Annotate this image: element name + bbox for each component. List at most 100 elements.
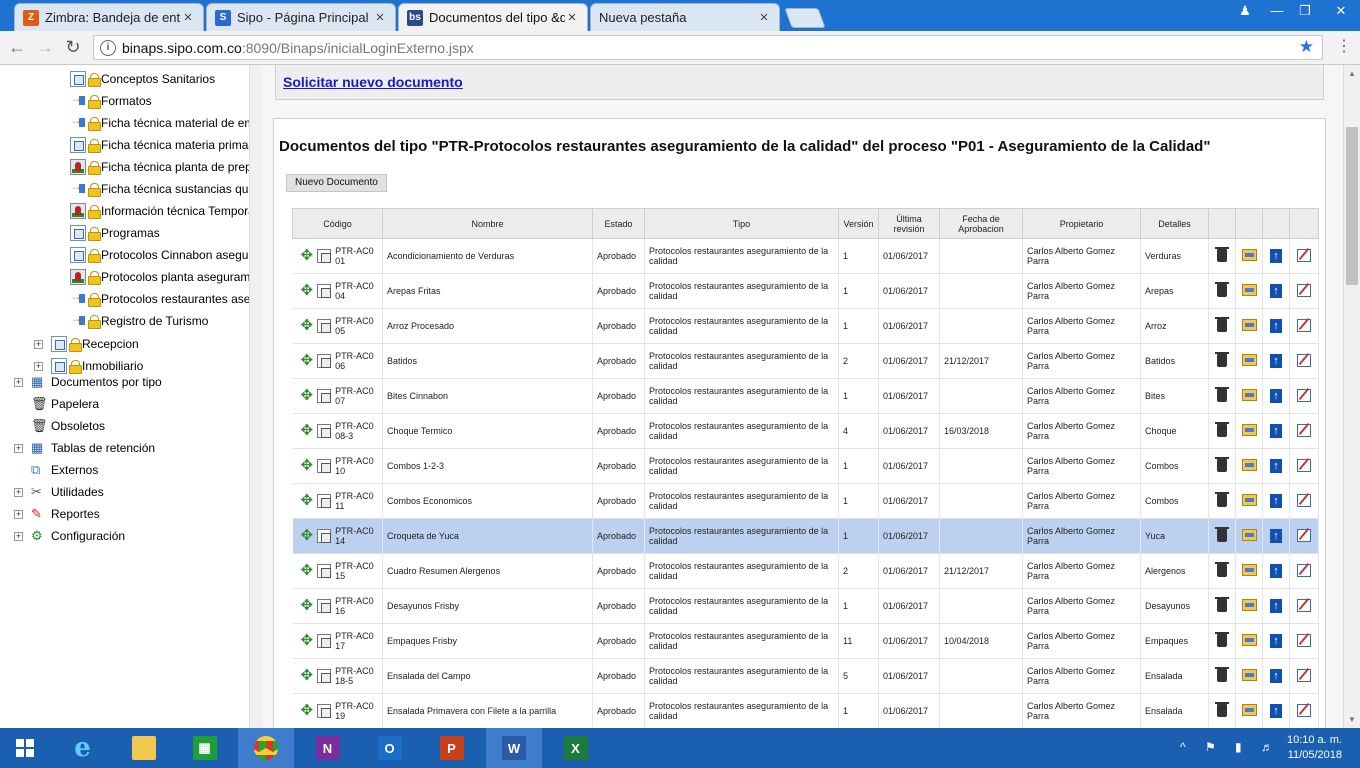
folder-icon[interactable] xyxy=(1241,669,1257,681)
tree-root-item[interactable]: + ✂ Utilidades xyxy=(14,481,104,503)
upload-icon[interactable]: ↑ xyxy=(1270,564,1282,578)
edit-icon[interactable] xyxy=(1297,703,1311,717)
edit-icon[interactable] xyxy=(1297,283,1311,297)
copy-icon[interactable] xyxy=(317,564,332,578)
folder-icon[interactable] xyxy=(1241,424,1257,436)
column-header[interactable]: Código xyxy=(292,208,383,239)
tree-root-item[interactable]: + ▦ Tablas de retención xyxy=(14,437,155,459)
scrollbar-thumb[interactable] xyxy=(1346,127,1358,285)
tree-item[interactable]: Información técnica Temporal xyxy=(70,200,249,222)
taskbar-excel[interactable]: X xyxy=(548,728,603,768)
folder-icon[interactable] xyxy=(1241,354,1257,366)
main-scrollbar[interactable]: ▲ ▼ xyxy=(1343,65,1360,728)
move-icon[interactable]: ✥ xyxy=(301,633,314,648)
edit-icon[interactable] xyxy=(1297,528,1311,542)
column-header[interactable]: Fecha de Aprobacion xyxy=(939,208,1023,239)
table-row[interactable]: ✥ PTR-AC008-3 Choque Termico Aprobado Protoc… xyxy=(292,413,1319,449)
tree-item[interactable]: Protocolos Cinnabon asegura xyxy=(70,244,249,266)
upload-icon[interactable]: ↑ xyxy=(1270,704,1282,718)
table-row[interactable]: ✥ PTR-AC007 Bites Cinnabon Aprobado Protocol… xyxy=(292,378,1319,414)
edit-icon[interactable] xyxy=(1297,493,1311,507)
forward-icon[interactable]: → xyxy=(34,36,56,58)
tree-group[interactable]: + Recepcion xyxy=(34,333,139,355)
column-header[interactable] xyxy=(1235,208,1263,239)
table-row[interactable]: ✥ PTR-AC005 Arroz Procesado Aprobado Protoco… xyxy=(292,308,1319,344)
move-icon[interactable]: ✥ xyxy=(301,353,314,368)
delete-icon[interactable] xyxy=(1215,246,1229,262)
move-icon[interactable]: ✥ xyxy=(301,423,314,438)
column-header[interactable]: Tipo xyxy=(644,208,839,239)
edit-icon[interactable] xyxy=(1297,248,1311,262)
expand-icon[interactable]: + xyxy=(14,443,23,453)
upload-icon[interactable]: ↑ xyxy=(1270,634,1282,648)
copy-icon[interactable] xyxy=(317,354,332,368)
column-header[interactable]: Estado xyxy=(592,208,645,239)
copy-icon[interactable] xyxy=(317,634,332,648)
taskbar-onenote[interactable]: N xyxy=(300,728,355,768)
move-icon[interactable]: ✥ xyxy=(301,283,314,298)
expand-icon[interactable]: + xyxy=(14,531,23,541)
copy-icon[interactable] xyxy=(317,494,332,508)
upload-icon[interactable]: ↑ xyxy=(1270,529,1282,543)
tree-item[interactable]: Registro de Turismo xyxy=(70,310,208,332)
reload-icon[interactable]: ↻ xyxy=(62,36,84,58)
delete-icon[interactable] xyxy=(1215,316,1229,332)
folder-icon[interactable] xyxy=(1241,389,1257,401)
delete-icon[interactable] xyxy=(1215,386,1229,402)
new-document-button[interactable]: Nuevo Documento xyxy=(286,174,387,192)
url-input[interactable]: i binaps.sipo.com.co:8090/Binaps/inicial… xyxy=(93,35,1323,60)
tree-item[interactable]: Protocolos restaurantes aseg xyxy=(70,288,249,310)
folder-icon[interactable] xyxy=(1241,704,1257,716)
copy-icon[interactable] xyxy=(317,249,332,263)
delete-icon[interactable] xyxy=(1215,491,1229,507)
upload-icon[interactable]: ↑ xyxy=(1270,354,1282,368)
tab-documentos[interactable]: bs Documentos del tipo &q × xyxy=(398,3,588,31)
move-icon[interactable]: ✥ xyxy=(301,388,314,403)
copy-icon[interactable] xyxy=(317,389,332,403)
info-icon[interactable]: i xyxy=(100,39,116,56)
move-icon[interactable]: ✥ xyxy=(301,563,314,578)
delete-icon[interactable] xyxy=(1215,526,1229,542)
request-new-document-link[interactable]: Solicitar nuevo documento xyxy=(283,74,463,90)
delete-icon[interactable] xyxy=(1215,631,1229,647)
copy-icon[interactable] xyxy=(317,669,332,683)
edit-icon[interactable] xyxy=(1297,423,1311,437)
close-tab-icon[interactable]: × xyxy=(373,9,387,26)
column-header[interactable] xyxy=(1289,208,1319,239)
tab-zimbra[interactable]: Z Zimbra: Bandeja de entra × xyxy=(14,3,204,31)
copy-icon[interactable] xyxy=(317,424,332,438)
column-header[interactable]: Última revisión xyxy=(878,208,940,239)
copy-icon[interactable] xyxy=(317,599,332,613)
tree-item[interactable]: Ficha técnica material de emp xyxy=(70,112,249,134)
table-row[interactable]: ✥ PTR-AC014 Croqueta de Yuca Aprobado Protoc… xyxy=(292,518,1319,554)
minimize-icon[interactable]: — xyxy=(1262,0,1292,22)
system-tray[interactable]: ^ ⚑ ▮ ♬ xyxy=(1180,740,1281,754)
move-icon[interactable]: ✥ xyxy=(301,248,314,263)
folder-icon[interactable] xyxy=(1241,319,1257,331)
scroll-up-icon[interactable]: ▲ xyxy=(1348,69,1356,78)
taskbar-chrome[interactable] xyxy=(238,728,294,768)
copy-icon[interactable] xyxy=(317,529,332,543)
table-row[interactable]: ✥ PTR-AC017 Empaques Frisby Aprobado Protoco… xyxy=(292,623,1319,659)
taskbar-powerpoint[interactable]: P xyxy=(424,728,479,768)
delete-icon[interactable] xyxy=(1215,351,1229,367)
move-icon[interactable]: ✥ xyxy=(301,703,314,718)
tree-item[interactable]: Programas xyxy=(70,222,160,244)
tree-root-item[interactable]: + ▦ Documentos por tipo xyxy=(14,371,162,393)
back-icon[interactable]: ← xyxy=(6,36,28,58)
profile-icon[interactable]: ♟ xyxy=(1230,0,1260,22)
edit-icon[interactable] xyxy=(1297,318,1311,332)
expand-icon[interactable]: + xyxy=(14,377,23,387)
sidebar-scrollbar[interactable] xyxy=(249,65,263,728)
tree-item[interactable]: Protocolos planta asegurami xyxy=(70,266,249,288)
expand-icon[interactable]: + xyxy=(14,487,23,497)
close-tab-icon[interactable]: × xyxy=(565,9,579,26)
taskbar-explorer[interactable] xyxy=(116,728,171,768)
tree-item[interactable]: Ficha técnica sustancias quín xyxy=(70,178,249,200)
table-row[interactable]: ✥ PTR-AC018-5 Ensalada del Campo Aprobado Pr… xyxy=(292,658,1319,694)
edit-icon[interactable] xyxy=(1297,458,1311,472)
move-icon[interactable]: ✥ xyxy=(301,598,314,613)
folder-icon[interactable] xyxy=(1241,599,1257,611)
tree-item[interactable]: Formatos xyxy=(70,90,152,112)
copy-icon[interactable] xyxy=(317,704,332,718)
